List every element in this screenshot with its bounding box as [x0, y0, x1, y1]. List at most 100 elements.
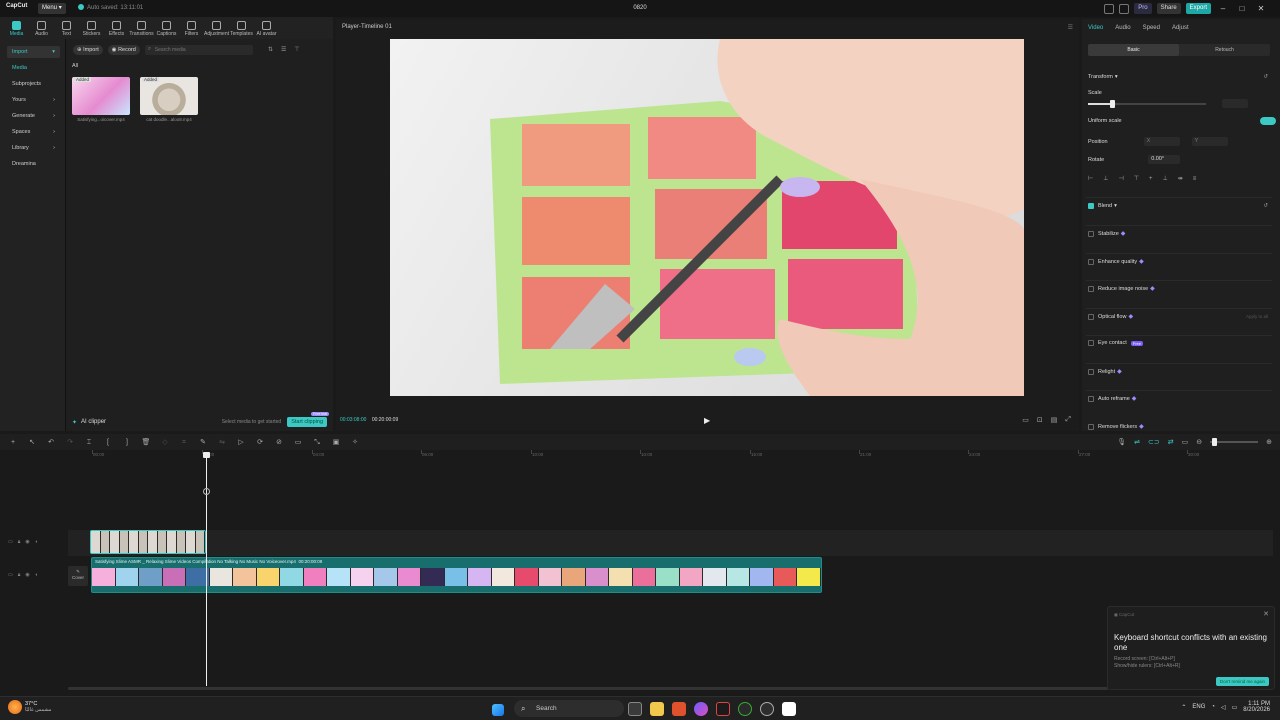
- tab-basic[interactable]: Basic: [1088, 44, 1179, 56]
- blend-checkbox[interactable]: [1088, 203, 1094, 209]
- subtitle-icon[interactable]: ▭: [293, 438, 303, 447]
- auto-reframe-row[interactable]: Auto reframe ◆: [1088, 395, 1268, 402]
- align-top-icon[interactable]: ⊤: [1134, 175, 1139, 182]
- sidebar-item-subprojects[interactable]: Subprojects: [7, 78, 60, 90]
- mask-icon[interactable]: ⊘: [274, 438, 284, 447]
- settings-gear-icon[interactable]: [760, 701, 774, 716]
- sidebar-item-library[interactable]: Library ›: [7, 142, 60, 154]
- noise-row[interactable]: Reduce image noise ◆: [1088, 285, 1268, 292]
- layout-icon[interactable]: [1104, 3, 1115, 14]
- reset-icon[interactable]: ↺: [1263, 203, 1268, 209]
- split-left-icon[interactable]: [: [103, 438, 113, 447]
- mirror-icon[interactable]: ⇋: [217, 438, 227, 447]
- filter-all[interactable]: All: [72, 63, 78, 69]
- tab-stickers[interactable]: Stickers: [79, 19, 104, 37]
- eye-icon[interactable]: ◉: [25, 539, 29, 545]
- dont-remind-button[interactable]: Don't remind me again: [1215, 677, 1269, 686]
- tab-ai-avatar[interactable]: AI avatar: [254, 19, 279, 37]
- battery-icon[interactable]: ▭: [1232, 704, 1238, 711]
- tab-media[interactable]: Media: [4, 19, 29, 37]
- playhead-marker-icon[interactable]: [203, 488, 210, 495]
- tab-transitions[interactable]: Transitions: [129, 19, 154, 37]
- position-x-input[interactable]: X: [1143, 137, 1180, 146]
- aspect-icon[interactable]: ▤: [1051, 416, 1058, 424]
- eye-contact-row[interactable]: Eye contact Free: [1088, 340, 1268, 346]
- redo-icon[interactable]: ↷: [65, 438, 75, 447]
- play-icon[interactable]: ▶: [704, 416, 710, 425]
- tab-audio-props[interactable]: Audio: [1115, 25, 1130, 31]
- scale-input[interactable]: [1222, 99, 1248, 108]
- scale-slider[interactable]: [1088, 100, 1206, 108]
- windows-start-icon[interactable]: [492, 703, 504, 716]
- split-icon[interactable]: ⌶: [84, 438, 94, 447]
- pro-button[interactable]: Pro: [1134, 3, 1152, 14]
- preview-axis-icon[interactable]: ⇄: [1168, 438, 1174, 446]
- playhead-handle[interactable]: [203, 452, 210, 458]
- relight-checkbox[interactable]: [1088, 368, 1094, 375]
- eye-icon[interactable]: ◉: [25, 572, 29, 578]
- sidebar-item-yours[interactable]: Yours ›: [7, 94, 60, 106]
- export-button[interactable]: Export: [1185, 3, 1211, 14]
- fit-icon[interactable]: ▭: [1182, 438, 1189, 446]
- chevron-up-icon[interactable]: ⌃: [1181, 704, 1186, 711]
- app-icon[interactable]: [694, 701, 708, 716]
- snap-icon[interactable]: ⊂⊃: [1148, 438, 1160, 446]
- distribute-v-icon[interactable]: ≡: [1193, 176, 1197, 182]
- start-clipping-button[interactable]: Start clipping: [287, 417, 327, 427]
- media-thumb-cat[interactable]: Added: [140, 77, 198, 115]
- overlay-clip[interactable]: [90, 530, 206, 554]
- speed-icon[interactable]: ⟳: [255, 438, 265, 447]
- maximize-icon[interactable]: □: [1235, 3, 1249, 14]
- zoom-slider[interactable]: [1210, 438, 1259, 446]
- media-thumb-slime[interactable]: Added: [72, 77, 130, 115]
- crop-icon[interactable]: ⌗: [179, 438, 189, 447]
- tab-speed[interactable]: Speed: [1143, 25, 1160, 31]
- xbox-icon[interactable]: [738, 701, 752, 716]
- keyboard-icon[interactable]: [1119, 3, 1130, 14]
- reset-icon[interactable]: ↺: [1263, 74, 1268, 80]
- lang-indicator[interactable]: ENG: [1192, 704, 1205, 710]
- align-bottom-icon[interactable]: ⊥: [1162, 175, 1167, 182]
- select-tool-icon[interactable]: ↖: [27, 438, 37, 447]
- stabilize-row[interactable]: Stabilize ◆: [1088, 230, 1268, 237]
- tab-filters[interactable]: Filters: [179, 19, 204, 37]
- tab-audio[interactable]: Audio: [29, 19, 54, 37]
- split-right-icon[interactable]: ]: [122, 438, 132, 447]
- tab-effects[interactable]: Effects: [104, 19, 129, 37]
- tab-retouch[interactable]: Retouch: [1179, 44, 1270, 56]
- sidebar-item-generate[interactable]: Generate ›: [7, 110, 60, 122]
- sidebar-item-dreamina[interactable]: Dreamina: [7, 158, 60, 170]
- close-icon[interactable]: ✕: [1263, 610, 1269, 618]
- scale-handle[interactable]: [1110, 100, 1115, 108]
- tab-captions[interactable]: Captions: [154, 19, 179, 37]
- eye-contact-checkbox[interactable]: [1088, 340, 1094, 346]
- import-button[interactable]: ⊕ Import: [73, 45, 103, 55]
- remove-flickers-checkbox[interactable]: [1088, 423, 1094, 430]
- tab-templates[interactable]: Templates: [229, 19, 254, 37]
- cover-button[interactable]: ✎ Cover: [68, 566, 88, 586]
- timeline-ruler[interactable]: 00:00 02:00 04:00 06:00 10:00 10:00 15:0…: [68, 450, 1280, 462]
- add-track-icon[interactable]: +: [8, 438, 18, 447]
- tab-adjust[interactable]: Adjust: [1172, 25, 1189, 31]
- mic-icon[interactable]: 🎙: [1117, 438, 1126, 446]
- enhance-row[interactable]: Enhance quality ◆: [1088, 258, 1268, 265]
- zoom-out-icon[interactable]: ⊖: [1196, 438, 1202, 446]
- enhance-checkbox[interactable]: [1088, 258, 1094, 265]
- record-button[interactable]: ◉ Record: [107, 45, 140, 55]
- align-center-icon[interactable]: ⊥: [1103, 175, 1108, 182]
- rotate-input[interactable]: 0.00°: [1148, 155, 1181, 164]
- snapshot-icon[interactable]: ⊡: [1037, 416, 1043, 424]
- brave-browser-icon[interactable]: [672, 701, 686, 716]
- noise-checkbox[interactable]: [1088, 285, 1094, 292]
- sidebar-item-spaces[interactable]: Spaces ›: [7, 126, 60, 138]
- position-y-input[interactable]: Y: [1191, 137, 1228, 146]
- zoom-in-icon[interactable]: ⊕: [1266, 438, 1272, 446]
- tab-text[interactable]: Text: [54, 19, 79, 37]
- ratio-icon[interactable]: ▭: [1022, 416, 1029, 424]
- file-explorer-icon[interactable]: [650, 701, 664, 716]
- sidebar-item-media[interactable]: Media: [7, 62, 60, 74]
- optical-flow-checkbox[interactable]: [1088, 313, 1094, 320]
- transform-section[interactable]: Transform ▾ ↺: [1088, 74, 1268, 80]
- taskbar-search[interactable]: ⌕ Search: [514, 700, 624, 717]
- video-preview[interactable]: [390, 39, 1024, 396]
